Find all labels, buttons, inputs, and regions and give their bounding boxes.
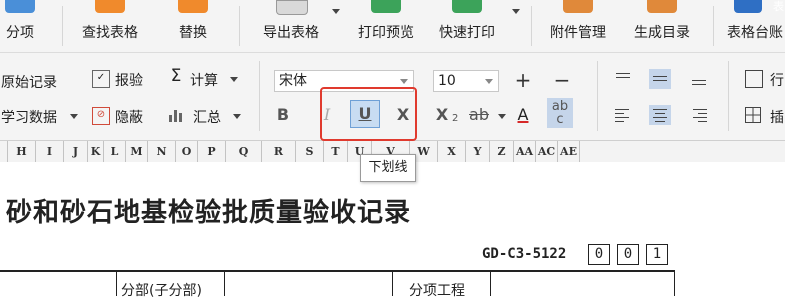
print-preview-button[interactable]: 打印预览	[352, 0, 420, 52]
bar-chart-icon	[168, 107, 184, 123]
hide-icon: ⊘	[92, 107, 110, 125]
find-table-button[interactable]: 查找表格	[74, 0, 146, 52]
font-name-dropdown-arrow[interactable]	[400, 79, 408, 84]
column-header-aa[interactable]: AA	[514, 141, 536, 162]
column-header-x[interactable]: X	[438, 141, 466, 162]
align-middle-button[interactable]	[649, 69, 671, 89]
align-right-button[interactable]	[688, 105, 710, 125]
row-header-corner[interactable]	[0, 141, 8, 162]
attachment-icon	[563, 0, 593, 13]
divider	[62, 6, 63, 46]
calc-dropdown-arrow[interactable]	[230, 77, 238, 82]
column-header-ae[interactable]: AE	[558, 141, 580, 162]
insert-button[interactable]: 插	[770, 107, 784, 127]
number-box[interactable]: 1	[646, 244, 668, 265]
column-header-y[interactable]: Y	[466, 141, 490, 162]
divider	[239, 6, 240, 46]
generate-toc-button[interactable]: 生成目录	[630, 0, 694, 52]
study-data-button[interactable]: 学习数据	[1, 107, 57, 127]
strikethrough-dropdown-arrow[interactable]	[498, 114, 506, 119]
column-header-h[interactable]: H	[8, 141, 36, 162]
attachment-manage-button[interactable]: 附件管理	[545, 0, 611, 52]
table-cell[interactable]	[491, 272, 675, 296]
check-icon: ✓	[92, 70, 110, 88]
column-header-p[interactable]: P	[198, 141, 226, 162]
divider	[713, 6, 714, 46]
column-header-j[interactable]: J	[64, 141, 88, 162]
column-header-k[interactable]: K	[88, 141, 104, 162]
printer-icon	[452, 0, 482, 13]
divider	[597, 61, 598, 131]
wrap-text-button[interactable]: ab c	[547, 98, 573, 128]
toc-icon	[647, 0, 677, 13]
table-cell[interactable]: 分项工程	[393, 272, 491, 299]
table-grid-icon	[745, 107, 761, 123]
column-header-r[interactable]: R	[262, 141, 296, 162]
sigma-icon: Σ	[170, 66, 182, 86]
replace-icon	[178, 0, 208, 13]
divider	[531, 6, 532, 46]
hide-button[interactable]: 隐蔽	[115, 107, 143, 127]
export-dropdown-arrow[interactable]	[332, 9, 340, 14]
align-center-button[interactable]	[649, 105, 671, 125]
column-header-l[interactable]: L	[104, 141, 126, 162]
raw-record-button[interactable]: 原始记录	[1, 72, 57, 92]
check-button[interactable]: 报验	[115, 70, 143, 90]
divider	[259, 61, 260, 131]
table-ledger-button[interactable]: 表 表格台账	[727, 0, 785, 52]
subscript-small-label: 2	[452, 113, 459, 124]
font-size-dropdown-arrow[interactable]	[485, 79, 493, 84]
quick-print-button[interactable]: 快速打印	[432, 0, 502, 52]
number-box[interactable]: 0	[588, 244, 610, 265]
study-data-dropdown-arrow[interactable]	[70, 114, 78, 119]
column-header-m[interactable]: M	[126, 141, 148, 162]
column-header-o[interactable]: O	[176, 141, 198, 162]
bold-button[interactable]: B	[270, 103, 296, 127]
highlight-box	[320, 87, 417, 141]
ledger-icon	[734, 0, 762, 13]
print-preview-icon	[371, 0, 401, 13]
calc-button[interactable]: 计算	[190, 70, 218, 90]
export-icon	[276, 0, 308, 15]
column-header-ac[interactable]: AC	[536, 141, 558, 162]
divider	[728, 61, 729, 131]
export-table-button[interactable]: 导出表格	[255, 0, 327, 52]
row-button[interactable]: 行	[770, 70, 784, 90]
row-icon	[745, 70, 763, 88]
table-cell[interactable]: 分部(子分部)	[117, 272, 225, 299]
summary-button[interactable]: 汇总	[193, 107, 221, 127]
font-size-select[interactable]: 10	[433, 70, 499, 92]
column-header-i[interactable]: I	[36, 141, 64, 162]
number-box[interactable]: 0	[617, 244, 639, 265]
document-code: GD-C3-5122	[482, 246, 567, 262]
item-button[interactable]: 分项	[0, 0, 40, 52]
column-header-n[interactable]: N	[148, 141, 176, 162]
table-row: 分部(子分部) 分项工程	[0, 270, 675, 299]
column-header-z[interactable]: Z	[490, 141, 514, 162]
strikethrough-button[interactable]: ab	[464, 103, 494, 127]
print-dropdown-arrow[interactable]	[512, 9, 520, 14]
column-header-s[interactable]: S	[296, 141, 324, 162]
item-icon	[5, 0, 35, 13]
document-title: 砂和砂石地基检验批质量验收记录	[6, 198, 412, 228]
column-header-q[interactable]: Q	[226, 141, 262, 162]
align-left-button[interactable]	[612, 105, 634, 125]
replace-button[interactable]: 替换	[170, 0, 216, 52]
font-color-button[interactable]: A	[510, 103, 536, 127]
search-icon	[95, 0, 125, 13]
table-cell[interactable]	[0, 272, 117, 296]
decrease-font-button[interactable]: −	[549, 68, 575, 92]
subscript-button[interactable]: X	[432, 103, 452, 127]
column-header-t[interactable]: T	[324, 141, 348, 162]
summary-dropdown-arrow[interactable]	[233, 114, 241, 119]
align-top-button[interactable]	[612, 69, 634, 89]
tooltip: 下划线	[360, 154, 416, 182]
ribbon-top-row: 分项 查找表格 替换 导出表格 打印预览 快速打印 附件管理 生成目录 表 表格…	[0, 0, 785, 53]
table-cell[interactable]	[225, 272, 393, 296]
align-bottom-button[interactable]	[688, 69, 710, 89]
increase-font-button[interactable]: +	[510, 68, 536, 92]
